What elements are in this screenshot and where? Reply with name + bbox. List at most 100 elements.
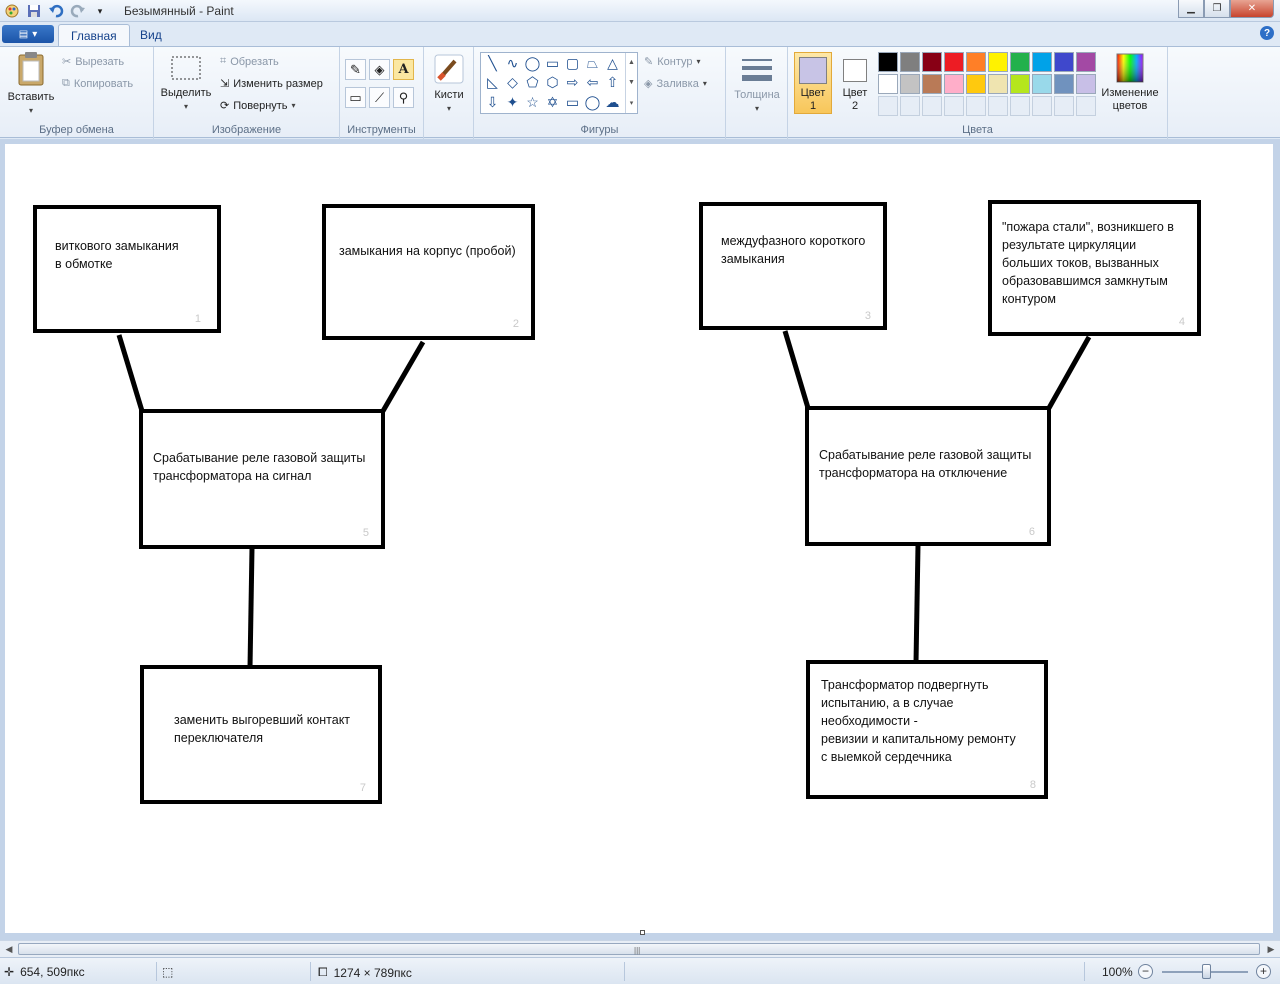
palette-color-swatch[interactable] [922, 52, 942, 72]
palette-empty-swatch[interactable] [1076, 96, 1096, 116]
zoom-in-button[interactable]: + [1256, 964, 1271, 979]
palette-empty-swatch[interactable] [878, 96, 898, 116]
palette-color-swatch[interactable] [966, 74, 986, 94]
right-triangle-shape-icon[interactable]: ◺ [483, 73, 502, 92]
palette-color-swatch[interactable] [944, 52, 964, 72]
callout-oval-shape-icon[interactable]: ◯ [583, 93, 602, 112]
palette-color-swatch[interactable] [1054, 52, 1074, 72]
paint-app-icon[interactable] [4, 3, 20, 19]
palette-empty-swatch[interactable] [900, 96, 920, 116]
palette-color-swatch[interactable] [878, 52, 898, 72]
copy-button[interactable]: ⧉ Копировать [62, 77, 133, 90]
pentagon-shape-icon[interactable]: ⬠ [523, 73, 542, 92]
expand-gallery-icon[interactable]: ▾ [630, 99, 634, 107]
crop-button[interactable]: ⌗ Обрезать [220, 55, 279, 68]
tab-view[interactable]: Вид [128, 24, 174, 46]
left-arrow-shape-icon[interactable]: ⇦ [583, 73, 602, 92]
outline-button[interactable]: ✎ Контур ▾ [644, 55, 701, 69]
magnifier-icon[interactable]: ⚲ [393, 87, 414, 108]
scroll-up-icon[interactable]: ▲ [628, 59, 635, 66]
fill-bucket-icon[interactable]: ◈ [369, 59, 390, 80]
tab-home[interactable]: Главная [58, 24, 130, 46]
palette-empty-swatch[interactable] [1010, 96, 1030, 116]
palette-empty-swatch[interactable] [922, 96, 942, 116]
palette-color-swatch[interactable] [1010, 74, 1030, 94]
callout-rect-shape-icon[interactable]: ▭ [563, 93, 582, 112]
zoom-out-button[interactable]: − [1138, 964, 1153, 979]
scroll-thumb[interactable]: ||| [18, 943, 1260, 955]
save-icon[interactable] [26, 3, 42, 19]
polygon-shape-icon[interactable]: ⏢ [583, 54, 602, 73]
triangle-shape-icon[interactable]: △ [603, 54, 622, 73]
shapes-scroll[interactable]: ▲ ▼ ▾ [625, 53, 637, 113]
palette-color-swatch[interactable] [1076, 52, 1096, 72]
app-menu-button[interactable]: ▤ ▾ [2, 25, 54, 43]
palette-color-swatch[interactable] [988, 74, 1008, 94]
rotate-button[interactable]: ⟳ Повернуть ▾ [220, 99, 296, 113]
palette-color-swatch[interactable] [944, 74, 964, 94]
palette-color-swatch[interactable] [1076, 74, 1096, 94]
scroll-down-icon[interactable]: ▼ [628, 79, 635, 86]
fill-button[interactable]: ◈ Заливка ▾ [644, 77, 707, 91]
paste-button[interactable]: Вставить ▾ [6, 51, 56, 117]
color2-button[interactable]: Цвет 2 [836, 52, 874, 114]
scroll-right-icon[interactable]: ▶ [1264, 943, 1278, 956]
connector-1-5 [116, 334, 145, 412]
oval-shape-icon[interactable]: ◯ [523, 54, 542, 73]
resize-button[interactable]: ⇲ Изменить размер [220, 77, 323, 91]
maximize-button[interactable]: ❐ [1204, 0, 1230, 18]
palette-color-swatch[interactable] [988, 52, 1008, 72]
right-arrow-shape-icon[interactable]: ⇨ [563, 73, 582, 92]
palette-color-swatch[interactable] [1032, 74, 1052, 94]
drawing-canvas[interactable]: виткового замыкания в обмотке 1 замыкани… [5, 144, 1273, 935]
color-picker-icon[interactable]: ⟋ [369, 87, 390, 108]
rounded-rectangle-shape-icon[interactable]: ▢ [563, 54, 582, 73]
size-button[interactable]: Толщина ▾ [732, 55, 782, 115]
horizontal-scrollbar[interactable]: ◀ ||| ▶ [0, 940, 1280, 957]
palette-empty-swatch[interactable] [966, 96, 986, 116]
palette-color-swatch[interactable] [1032, 52, 1052, 72]
scroll-left-icon[interactable]: ◀ [2, 943, 16, 956]
redo-icon[interactable] [70, 3, 86, 19]
customize-qat-icon[interactable]: ▾ [92, 3, 108, 19]
text-tool-icon[interactable]: A [393, 59, 414, 80]
zoom-slider-thumb[interactable] [1202, 964, 1211, 979]
close-button[interactable]: ✕ [1230, 0, 1274, 18]
zoom-level: 100% [1102, 965, 1133, 979]
cloud-callout-shape-icon[interactable]: ☁ [603, 93, 622, 112]
edit-colors-button[interactable]: Изменение цветов [1098, 53, 1162, 113]
palette-color-swatch[interactable] [966, 52, 986, 72]
color1-button[interactable]: Цвет 1 [794, 52, 832, 114]
up-arrow-shape-icon[interactable]: ⇧ [603, 73, 622, 92]
box-text: "пожара стали", возникшего в результате … [1002, 220, 1174, 306]
palette-color-swatch[interactable] [900, 74, 920, 94]
four-point-star-shape-icon[interactable]: ✦ [503, 93, 522, 112]
eraser-icon[interactable]: ▭ [345, 87, 366, 108]
curve-shape-icon[interactable]: ∿ [503, 54, 522, 73]
palette-empty-swatch[interactable] [944, 96, 964, 116]
palette-color-swatch[interactable] [900, 52, 920, 72]
brushes-button[interactable]: Кисти ▾ [428, 53, 470, 115]
help-icon[interactable]: ? [1260, 26, 1274, 40]
select-button[interactable]: Выделить ▾ [160, 55, 212, 113]
rectangle-shape-icon[interactable]: ▭ [543, 54, 562, 73]
palette-empty-swatch[interactable] [1032, 96, 1052, 116]
down-arrow-shape-icon[interactable]: ⇩ [483, 93, 502, 112]
cut-button[interactable]: ✂ Вырезать [62, 55, 124, 69]
five-point-star-shape-icon[interactable]: ☆ [523, 93, 542, 112]
pencil-icon[interactable]: ✎ [345, 59, 366, 80]
box-number: 1 [194, 313, 201, 325]
palette-color-swatch[interactable] [922, 74, 942, 94]
six-point-star-shape-icon[interactable]: ✡ [543, 93, 562, 112]
palette-color-swatch[interactable] [878, 74, 898, 94]
palette-empty-swatch[interactable] [988, 96, 1008, 116]
palette-color-swatch[interactable] [1054, 74, 1074, 94]
line-shape-icon[interactable]: ╲ [483, 54, 502, 73]
palette-empty-swatch[interactable] [1054, 96, 1074, 116]
undo-icon[interactable] [48, 3, 64, 19]
diamond-shape-icon[interactable]: ◇ [503, 73, 522, 92]
palette-color-swatch[interactable] [1010, 52, 1030, 72]
minimize-button[interactable]: ▁ [1178, 0, 1204, 18]
canvas-resize-handle[interactable] [640, 930, 645, 935]
hexagon-shape-icon[interactable]: ⬡ [543, 73, 562, 92]
